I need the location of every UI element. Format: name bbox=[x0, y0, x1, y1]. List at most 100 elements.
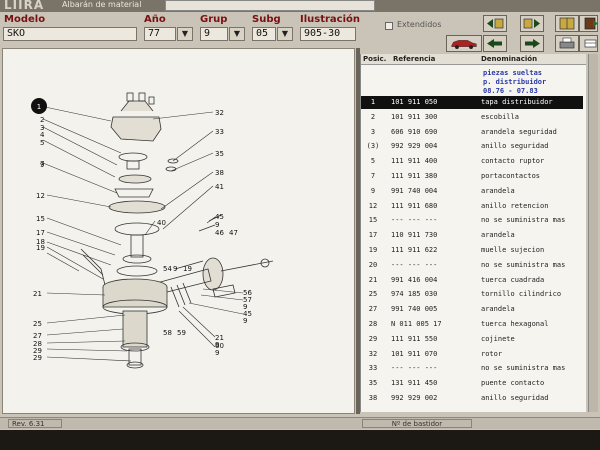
callout-45[interactable]: 45 bbox=[215, 213, 224, 221]
callout-32[interactable]: 32 bbox=[215, 109, 224, 117]
callout-46[interactable]: 46 bbox=[215, 229, 224, 237]
row-pos: 15 bbox=[368, 216, 378, 225]
table-row[interactable]: 29 111 911 550 cojinete bbox=[361, 333, 583, 346]
callout-40[interactable]: 40 bbox=[157, 219, 166, 227]
arrow-right-icon bbox=[525, 39, 540, 48]
callout-15[interactable]: 15 bbox=[36, 215, 45, 223]
table-row[interactable]: 15 --- --- --- no se suministra mas bbox=[361, 214, 583, 227]
row-pos: 21 bbox=[368, 275, 378, 284]
callout-54[interactable]: 54 bbox=[163, 265, 172, 273]
callout-58[interactable]: 58 bbox=[163, 329, 172, 337]
callout-25[interactable]: 25 bbox=[33, 320, 42, 328]
row-den: no se suministra mas bbox=[481, 364, 566, 373]
row-pos: 20 bbox=[368, 260, 378, 269]
row-den: no se suministra mas bbox=[481, 216, 566, 225]
callout-9[interactable]: 9 bbox=[215, 221, 219, 229]
callout-9[interactable]: 9 bbox=[40, 161, 44, 169]
row-pos: 9 bbox=[370, 186, 376, 195]
callout-21[interactable]: 21 bbox=[33, 290, 42, 298]
next-page-button[interactable] bbox=[520, 35, 544, 52]
callout-38[interactable]: 38 bbox=[215, 169, 224, 177]
callout-59[interactable]: 59 bbox=[177, 329, 186, 337]
col-posic[interactable]: Posic. bbox=[363, 55, 386, 63]
vehicle-button[interactable] bbox=[446, 35, 482, 52]
table-row[interactable]: 21 991 416 004 tuerca cuadrada bbox=[361, 274, 583, 287]
row-den: arandela bbox=[481, 231, 515, 240]
row-pos: 27 bbox=[368, 305, 378, 314]
exit-button[interactable] bbox=[579, 15, 598, 32]
row-den: rotor bbox=[481, 349, 503, 358]
table-row[interactable]: (3) 992 929 004 anillo seguridad bbox=[361, 140, 583, 153]
table-row[interactable]: 7 111 911 380 portacontactos bbox=[361, 170, 583, 183]
modelo-field[interactable]: SKO bbox=[3, 27, 137, 41]
callout-2[interactable]: 2 bbox=[40, 116, 44, 124]
table-row[interactable]: 25 974 185 030 tornillo cilindrico bbox=[361, 288, 583, 301]
callout-12[interactable]: 12 bbox=[36, 192, 45, 200]
row-den: puente contacto bbox=[481, 379, 545, 388]
subg-field[interactable]: 05 bbox=[252, 27, 276, 41]
row-pos: 12 bbox=[368, 201, 378, 210]
table-row[interactable]: 17 110 911 730 arandela bbox=[361, 229, 583, 242]
callout-5[interactable]: 5 bbox=[40, 139, 44, 147]
table-row[interactable]: 33 --- --- --- no se suministra mas bbox=[361, 362, 583, 375]
cart-button[interactable] bbox=[579, 35, 598, 52]
table-row[interactable]: 1 101 911 050 tapa distribuidor bbox=[361, 96, 583, 109]
table-row[interactable]: 35 131 911 450 puente contacto bbox=[361, 377, 583, 390]
ilustracion-field[interactable]: 905-30 bbox=[300, 27, 356, 41]
col-denominacion[interactable]: Denominación bbox=[481, 55, 537, 63]
bastidor-field[interactable]: Nº de bastidor bbox=[362, 419, 472, 428]
book-button[interactable] bbox=[555, 15, 579, 32]
ano-dropdown-icon[interactable]: ▼ bbox=[177, 27, 193, 41]
row-ref: 111 911 550 bbox=[391, 334, 438, 343]
table-row[interactable]: 3 606 910 690 arandela seguridad bbox=[361, 126, 583, 139]
row-den: anillo retencion bbox=[481, 201, 549, 210]
table-row[interactable]: 12 111 911 680 anillo retencion bbox=[361, 200, 583, 213]
next-group-button[interactable] bbox=[520, 15, 544, 32]
row-ref: 991 740 004 bbox=[391, 186, 438, 195]
table-row[interactable]: 2 101 911 300 escobilla bbox=[361, 111, 583, 124]
table-row[interactable]: 27 991 740 005 arandela bbox=[361, 303, 583, 316]
callout-9[interactable]: 9 bbox=[173, 265, 177, 273]
table-row[interactable]: 38 992 929 002 anillo seguridad bbox=[361, 392, 583, 405]
table-row[interactable]: 19 111 911 622 muelle sujecion bbox=[361, 244, 583, 257]
callout-33[interactable]: 33 bbox=[215, 128, 224, 136]
callout-4[interactable]: 4 bbox=[40, 131, 45, 139]
callout-9[interactable]: 9 bbox=[215, 349, 219, 357]
exploded-view-diagram[interactable]: 1 2 3 4 5 7 9 12 15 17 18 19 21 25 27 28 29 29 32 33 35 38 40 4… bbox=[2, 48, 355, 414]
row-den: arandela bbox=[481, 305, 515, 314]
callout-35[interactable]: 35 bbox=[215, 150, 224, 158]
callout-9[interactable]: 9 bbox=[243, 317, 247, 325]
parts-list[interactable]: Posic. Referencia Denominación piezas su… bbox=[360, 54, 586, 412]
row-pos: 7 bbox=[370, 172, 376, 180]
table-row[interactable]: 20 --- --- --- no se suministra mas bbox=[361, 259, 583, 272]
list-header: Posic. Referencia Denominación bbox=[361, 54, 586, 65]
table-row[interactable]: 28 N 011 005 17 tuerca hexagonal bbox=[361, 318, 583, 331]
list-info-line: 08.76 - 07.83 bbox=[483, 87, 538, 95]
extendidos-checkbox[interactable] bbox=[385, 22, 393, 30]
grup-dropdown-icon[interactable]: ▼ bbox=[229, 27, 245, 41]
callout-41[interactable]: 41 bbox=[215, 183, 224, 191]
table-row[interactable]: 5 111 911 400 contacto ruptor bbox=[361, 155, 583, 168]
row-den: tuerca cuadrada bbox=[481, 275, 545, 284]
subg-dropdown-icon[interactable]: ▼ bbox=[277, 27, 293, 41]
row-pos: 32 bbox=[368, 349, 378, 358]
callout-47[interactable]: 47 bbox=[229, 229, 238, 237]
list-scrollbar[interactable] bbox=[588, 54, 598, 412]
callout-17[interactable]: 17 bbox=[36, 229, 45, 237]
ano-field[interactable]: 77 bbox=[144, 27, 176, 41]
grup-field[interactable]: 9 bbox=[200, 27, 228, 41]
row-ref: 111 911 380 bbox=[391, 172, 438, 180]
ilustracion-label: Ilustración bbox=[300, 14, 361, 25]
col-referencia[interactable]: Referencia bbox=[393, 55, 435, 63]
prev-page-button[interactable] bbox=[483, 35, 507, 52]
callout-1[interactable]: 1 bbox=[37, 103, 41, 111]
callout-27[interactable]: 27 bbox=[33, 332, 42, 340]
print-button[interactable] bbox=[555, 35, 579, 52]
prev-group-button[interactable] bbox=[483, 15, 507, 32]
callout-29[interactable]: 29 bbox=[33, 354, 42, 362]
top-input-box[interactable] bbox=[165, 0, 375, 11]
callout-19[interactable]: 19 bbox=[36, 244, 45, 252]
callout-19[interactable]: 19 bbox=[183, 265, 192, 273]
table-row[interactable]: 32 101 911 070 rotor bbox=[361, 348, 583, 361]
table-row[interactable]: 9 991 740 004 arandela bbox=[361, 185, 583, 198]
